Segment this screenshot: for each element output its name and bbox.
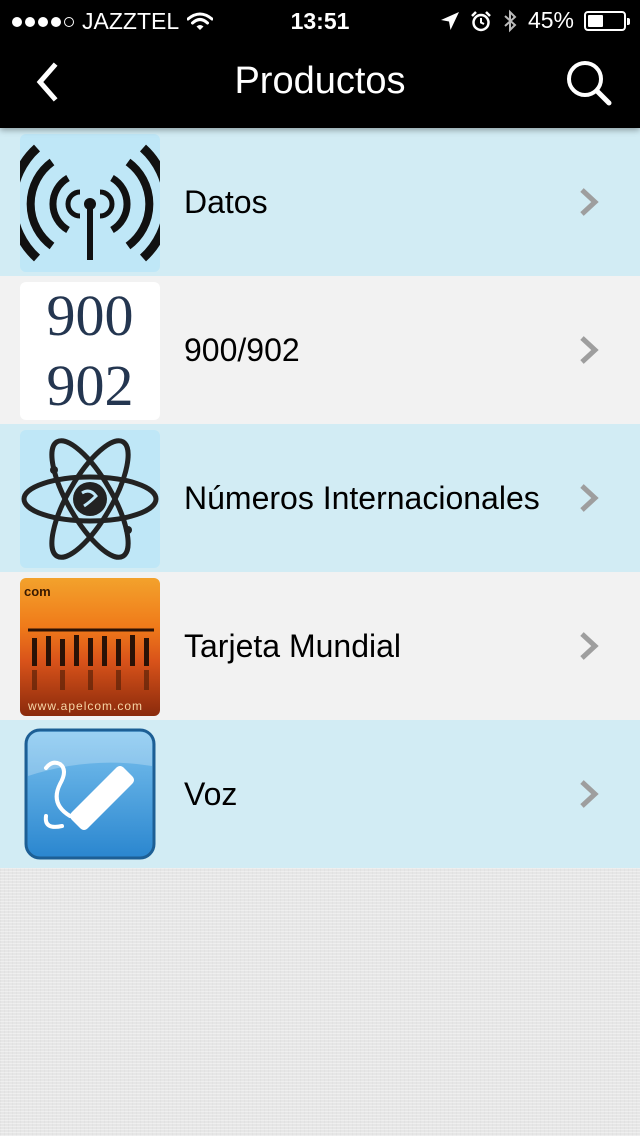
page-title: Productos	[234, 60, 406, 102]
apelcom-card-icon: com www.apelcom.com	[20, 578, 160, 716]
list-item-label: Datos	[184, 184, 268, 220]
card-url-text: www.apelcom.com	[28, 699, 144, 713]
chevron-right-icon	[580, 780, 599, 808]
list-item-numeros-internacionales[interactable]: Números Internacionales	[0, 424, 640, 572]
search-button[interactable]	[560, 54, 620, 114]
list-item-tarjeta-mundial[interactable]: com www.apelcom.com Tarjeta Mundial	[0, 572, 640, 720]
status-right: 45%	[440, 7, 630, 34]
numbers-900-902-icon: 900 902	[20, 282, 160, 420]
chevron-right-icon	[580, 188, 599, 216]
list-item-label: Números Internacionales	[184, 480, 540, 516]
nav-bar: Productos	[0, 40, 640, 128]
search-icon	[567, 61, 612, 106]
alarm-icon	[471, 10, 491, 31]
chevron-right-icon	[580, 336, 599, 364]
battery-percent: 45%	[527, 7, 574, 33]
battery-icon	[584, 10, 630, 31]
antenna-icon	[20, 134, 160, 272]
icon-text-900: 900	[46, 283, 134, 348]
list-item-datos[interactable]: Datos	[0, 128, 640, 276]
battery-level	[588, 14, 604, 27]
atom-icon	[20, 430, 160, 568]
list-item-label: 900/902	[184, 332, 300, 368]
list-item-label: Tarjeta Mundial	[184, 628, 401, 664]
chevron-right-icon	[580, 484, 599, 512]
phone-icon	[20, 726, 160, 864]
status-bar: JAZZTEL 13:51 45%	[0, 0, 640, 40]
chevron-right-icon	[580, 632, 599, 660]
product-list: Datos 900 902 900/902 Números Internacio…	[0, 128, 640, 868]
location-arrow-icon	[440, 11, 459, 30]
list-item-900-902[interactable]: 900 902 900/902	[0, 276, 640, 424]
bluetooth-icon	[504, 9, 517, 32]
list-item-voz[interactable]: Voz	[0, 720, 640, 868]
list-item-label: Voz	[184, 776, 238, 812]
icon-text-902: 902	[46, 353, 134, 418]
